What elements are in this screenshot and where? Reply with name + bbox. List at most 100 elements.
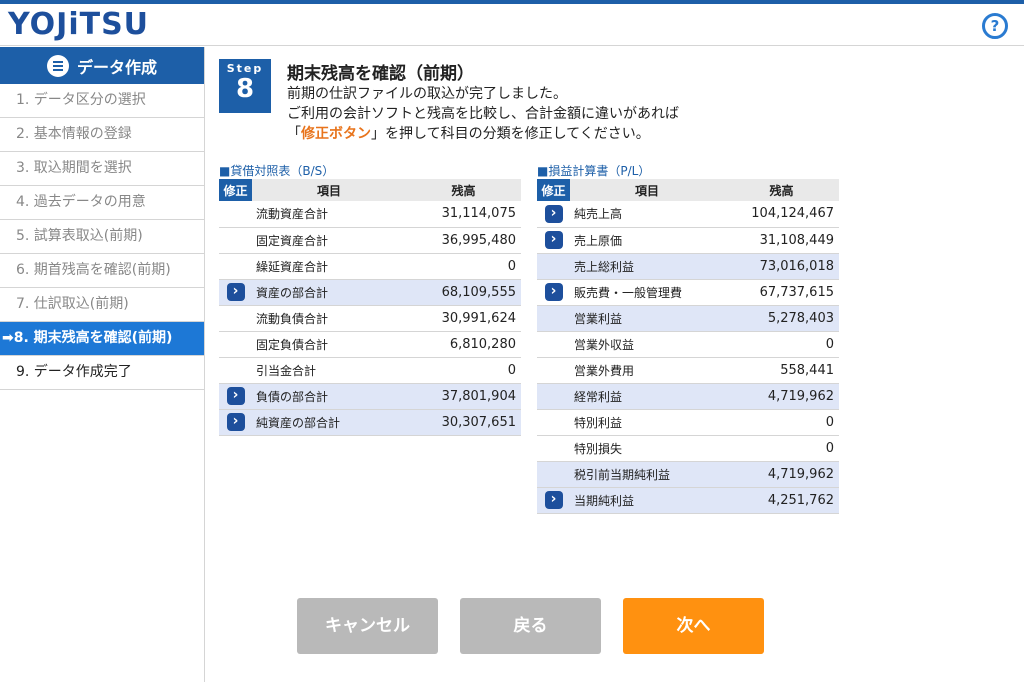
fix-arrow-icon[interactable]: › xyxy=(226,413,245,431)
row-value: 73,016,018 xyxy=(724,253,839,280)
row-value: 5,278,403 xyxy=(724,305,839,332)
row-value: 558,441 xyxy=(724,357,839,384)
table-row: 流動負債合計 30,991,624 xyxy=(219,305,521,332)
row-name: 売上総利益 xyxy=(570,253,724,280)
help-icon[interactable]: ? xyxy=(982,13,1008,39)
bracket-open: 「 xyxy=(287,126,301,142)
row-value: 31,114,075 xyxy=(406,201,521,228)
row-value: 0 xyxy=(406,253,521,280)
pl-col-fix: 修正 xyxy=(537,179,570,201)
main-content: Step 8 期末残高を確認（前期） 前期の仕訳ファイルの取込が完了しました。 … xyxy=(205,47,1024,682)
table-row: › 当期純利益 4,251,762 xyxy=(537,487,839,514)
fix-arrow-icon[interactable]: › xyxy=(544,283,563,301)
row-name: 営業外収益 xyxy=(570,331,724,358)
fix-arrow-icon[interactable]: › xyxy=(544,231,563,249)
row-value: 0 xyxy=(724,435,839,462)
table-row: › 純資産の部合計 30,307,651 xyxy=(219,409,521,436)
row-value: 30,991,624 xyxy=(406,305,521,332)
row-name: 営業外費用 xyxy=(570,357,724,384)
row-name: 販売費・一般管理費 xyxy=(570,279,724,306)
row-value: 4,719,962 xyxy=(724,383,839,410)
sidebar-header: データ作成 xyxy=(0,47,204,84)
table-row: 売上総利益 73,016,018 xyxy=(537,253,839,280)
table-row: 営業利益 5,278,403 xyxy=(537,305,839,332)
list-icon xyxy=(46,54,69,77)
sidebar-item-import-period[interactable]: 3. 取込期間を選択 xyxy=(0,152,204,186)
table-row: 固定負債合計 6,810,280 xyxy=(219,331,521,358)
row-name: 繰延資産合計 xyxy=(252,253,406,280)
sidebar-item-opening-balance[interactable]: 6. 期首残高を確認(前期) xyxy=(0,254,204,288)
yojitsu-logo: YOJiTSU xyxy=(8,7,150,42)
row-value: 0 xyxy=(724,409,839,436)
sidebar-item-data-category[interactable]: 1. データ区分の選択 xyxy=(0,84,204,118)
table-row: 特別利益 0 xyxy=(537,409,839,436)
row-name: 当期純利益 xyxy=(570,487,724,514)
table-row: › 資産の部合計 68,109,555 xyxy=(219,279,521,306)
instruction-line-1: 前期の仕訳ファイルの取込が完了しました。 xyxy=(287,86,567,102)
instruction-line-3: 「修正ボタン」を押して科目の分類を修正してください。 xyxy=(287,124,679,144)
row-name: 引当金合計 xyxy=(252,357,406,384)
row-value: 4,719,962 xyxy=(724,461,839,488)
step-badge: Step 8 xyxy=(219,59,271,113)
bs-section: ■貸借対照表（B/S） 修正 項目 残高 流動資産合計 31,114,075 固定… xyxy=(219,164,521,436)
pl-col-balance: 残高 xyxy=(724,179,839,201)
row-name: 流動資産合計 xyxy=(252,201,406,228)
sidebar-item-basic-info[interactable]: 2. 基本情報の登録 xyxy=(0,118,204,152)
row-value: 0 xyxy=(724,331,839,358)
row-value: 67,737,615 xyxy=(724,279,839,306)
fix-arrow-icon[interactable]: › xyxy=(226,283,245,301)
row-value: 68,109,555 xyxy=(406,279,521,306)
back-button[interactable]: 戻る xyxy=(460,598,601,654)
row-name: 税引前当期純利益 xyxy=(570,461,724,488)
row-value: 4,251,762 xyxy=(724,487,839,514)
table-row: › 負債の部合計 37,801,904 xyxy=(219,383,521,410)
sidebar-item-trial-balance[interactable]: 5. 試算表取込(前期) xyxy=(0,220,204,254)
table-row: 経常利益 4,719,962 xyxy=(537,383,839,410)
app-header: YOJiTSU ? xyxy=(0,4,1024,46)
fix-button-highlight: 修正ボタン xyxy=(301,126,371,142)
bs-table: 修正 項目 残高 流動資産合計 31,114,075 固定資産合計 36,995,4… xyxy=(219,179,521,436)
row-name: 流動負債合計 xyxy=(252,305,406,332)
sidebar-item-closing-balance[interactable]: ➡8. 期末残高を確認(前期) xyxy=(0,322,204,356)
table-row: 固定資産合計 36,995,480 xyxy=(219,227,521,254)
cancel-button[interactable]: キャンセル xyxy=(297,598,438,654)
fix-arrow-icon[interactable]: › xyxy=(544,491,563,509)
table-row: 繰延資産合計 0 xyxy=(219,253,521,280)
row-name: 純売上高 xyxy=(570,201,724,228)
row-name: 資産の部合計 xyxy=(252,279,406,306)
row-value: 6,810,280 xyxy=(406,331,521,358)
instruction-line-2: ご利用の会計ソフトと残高を比較し、合計金額に違いがあれば xyxy=(287,106,679,122)
row-value: 37,801,904 xyxy=(406,383,521,410)
bs-title: ■貸借対照表（B/S） xyxy=(219,164,335,178)
row-name: 売上原価 xyxy=(570,227,724,254)
pl-table: 修正 項目 残高 › 純売上高 104,124,467 › 売上原価 31,108,44… xyxy=(537,179,839,514)
table-row: 営業外費用 558,441 xyxy=(537,357,839,384)
table-row: 特別損失 0 xyxy=(537,435,839,462)
table-row: 税引前当期純利益 4,719,962 xyxy=(537,461,839,488)
sidebar-item-complete[interactable]: 9. データ作成完了 xyxy=(0,356,204,390)
row-name: 固定資産合計 xyxy=(252,227,406,254)
sidebar-header-label: データ作成 xyxy=(76,57,157,77)
table-row: 流動資産合計 31,114,075 xyxy=(219,201,521,228)
row-name: 固定負債合計 xyxy=(252,331,406,358)
pl-section: ■損益計算書（P/L） 修正 項目 残高 › 純売上高 104,124,467 › 売… xyxy=(537,164,839,514)
bs-col-item: 項目 xyxy=(252,179,406,201)
fix-arrow-icon[interactable]: › xyxy=(226,387,245,405)
sidebar-item-past-data[interactable]: 4. 過去データの用意 xyxy=(0,186,204,220)
row-name: 経常利益 xyxy=(570,383,724,410)
table-row: 引当金合計 0 xyxy=(219,357,521,384)
row-value: 31,108,449 xyxy=(724,227,839,254)
step-number: 8 xyxy=(235,74,255,104)
table-row: 営業外収益 0 xyxy=(537,331,839,358)
instruction-line-3-rest: 」を押して科目の分類を修正してください。 xyxy=(371,126,650,142)
row-value: 30,307,651 xyxy=(406,409,521,436)
next-button[interactable]: 次へ xyxy=(623,598,764,654)
pl-col-item: 項目 xyxy=(570,179,724,201)
row-value: 36,995,480 xyxy=(406,227,521,254)
sidebar-item-journal-import[interactable]: 7. 仕訳取込(前期) xyxy=(0,288,204,322)
row-value: 0 xyxy=(406,357,521,384)
fix-arrow-icon[interactable]: › xyxy=(544,204,563,223)
bs-col-fix: 修正 xyxy=(219,179,252,201)
table-row: › 純売上高 104,124,467 xyxy=(537,201,839,228)
sidebar: データ作成 1. データ区分の選択 2. 基本情報の登録 3. 取込期間を選択 … xyxy=(0,47,205,682)
